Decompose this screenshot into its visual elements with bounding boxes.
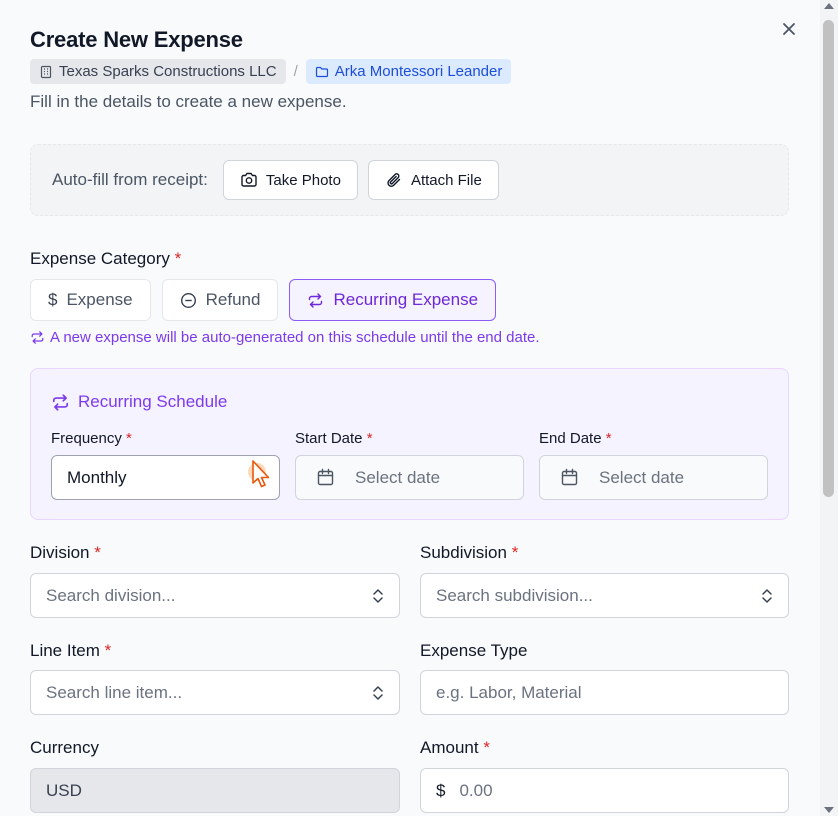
division-placeholder: Search division...	[46, 585, 176, 605]
paperclip-icon	[387, 173, 401, 187]
category-recurring-label: Recurring Expense	[333, 290, 479, 309]
folder-icon	[315, 66, 328, 77]
frequency-label: Frequency *	[51, 430, 132, 447]
required-marker: *	[483, 738, 490, 757]
create-expense-dialog: Create New Expense Texas Sparks Construc…	[0, 0, 820, 816]
subdivision-label-text: Subdivision	[420, 543, 507, 562]
repeat-icon	[52, 393, 69, 411]
category-refund-label: Refund	[205, 290, 261, 309]
line-item-label: Line Item *	[30, 641, 111, 661]
breadcrumb-company[interactable]: Texas Sparks Constructions LLC	[30, 59, 286, 84]
repeat-icon	[309, 292, 323, 308]
repeat-icon	[31, 331, 44, 344]
division-label: Division *	[30, 543, 101, 563]
end-date-label-text: End Date	[539, 430, 602, 447]
end-date-placeholder: Select date	[599, 467, 685, 487]
division-label-text: Division	[30, 543, 90, 562]
camera-icon	[241, 172, 257, 187]
recurring-note: A new expense will be auto-generated on …	[30, 329, 540, 346]
expense-type-input[interactable]: e.g. Labor, Material	[420, 670, 789, 715]
expense-category-label-text: Expense Category	[30, 249, 170, 268]
currency-prefix: $	[436, 780, 446, 800]
currency-label: Currency	[30, 738, 99, 758]
start-date-picker[interactable]: Select date	[295, 455, 524, 500]
dialog-title: Create New Expense	[30, 27, 243, 52]
subdivision-select[interactable]: Search subdivision...	[420, 573, 789, 618]
currency-value: USD	[46, 780, 82, 800]
breadcrumb-company-label: Texas Sparks Constructions LLC	[59, 63, 277, 80]
required-marker: *	[511, 543, 519, 562]
take-photo-label: Take Photo	[265, 171, 341, 189]
required-marker: *	[126, 430, 132, 447]
required-marker: *	[605, 430, 612, 447]
autofill-panel: Auto-fill from receipt: Take Photo Attac…	[30, 144, 789, 216]
amount-input[interactable]: $ 0.00	[420, 768, 789, 813]
division-select[interactable]: Search division...	[30, 573, 400, 618]
chevrons-up-down-icon	[373, 686, 383, 700]
scrollbar[interactable]	[820, 0, 838, 816]
building-icon	[40, 65, 52, 78]
required-marker: *	[366, 430, 373, 447]
line-item-placeholder: Search line item...	[46, 682, 183, 702]
start-date-label-text: Start Date	[295, 430, 363, 447]
required-marker: *	[104, 641, 112, 660]
expense-category-group: $ Expense Refund Recurring Expense	[30, 279, 497, 321]
close-icon	[783, 23, 795, 35]
breadcrumb-separator: /	[293, 63, 298, 80]
dialog-subtitle: Fill in the details to create a new expe…	[30, 92, 347, 111]
attach-file-button[interactable]: Attach File	[367, 160, 499, 200]
calendar-icon	[317, 468, 334, 486]
end-date-picker[interactable]: Select date	[539, 455, 768, 500]
frequency-value: Monthly	[67, 467, 127, 487]
scroll-up-arrow-icon[interactable]	[824, 3, 834, 9]
chevrons-up-down-icon	[762, 589, 772, 603]
frequency-select[interactable]: Monthly	[51, 455, 280, 500]
start-date-placeholder: Select date	[355, 467, 441, 487]
attach-file-label: Attach File	[410, 171, 482, 189]
subdivision-placeholder: Search subdivision...	[436, 585, 593, 605]
expense-type-label-text: Expense Type	[420, 641, 528, 660]
scroll-thumb[interactable]	[823, 20, 834, 497]
minus-circle-icon	[180, 292, 196, 308]
amount-placeholder: 0.00	[459, 780, 493, 800]
category-expense-label: Expense	[66, 290, 133, 309]
expense-type-placeholder: e.g. Labor, Material	[436, 682, 582, 702]
expense-type-label: Expense Type	[420, 641, 527, 661]
autofill-label: Auto-fill from receipt:	[52, 170, 208, 189]
currency-label-text: Currency	[30, 738, 99, 757]
recurring-schedule-title: Recurring Schedule	[51, 392, 227, 412]
start-date-label: Start Date *	[295, 430, 373, 447]
recurring-schedule-title-text: Recurring Schedule	[78, 392, 228, 411]
calendar-icon	[561, 468, 578, 486]
currency-field: USD	[30, 768, 400, 813]
recurring-note-text: A new expense will be auto-generated on …	[50, 329, 540, 346]
line-item-label-text: Line Item	[30, 641, 100, 660]
category-expense-button[interactable]: $ Expense	[30, 279, 151, 321]
chevrons-up-down-icon	[373, 589, 383, 603]
required-marker: *	[174, 249, 182, 268]
end-date-label: End Date *	[539, 430, 612, 447]
subdivision-label: Subdivision *	[420, 543, 518, 563]
recurring-schedule-panel: Recurring Schedule Frequency * Start Dat…	[30, 368, 789, 520]
take-photo-button[interactable]: Take Photo	[222, 160, 358, 200]
category-refund-button[interactable]: Refund	[161, 279, 279, 321]
breadcrumb-project[interactable]: Arka Montessori Leander	[305, 59, 512, 84]
category-recurring-button[interactable]: Recurring Expense	[289, 279, 497, 321]
close-button[interactable]	[778, 18, 800, 40]
line-item-select[interactable]: Search line item...	[30, 670, 400, 715]
dollar-icon: $	[48, 290, 58, 309]
expense-category-label: Expense Category *	[30, 249, 181, 269]
amount-label-text: Amount	[420, 738, 479, 757]
amount-label: Amount *	[420, 738, 490, 758]
required-marker: *	[94, 543, 101, 562]
breadcrumb-project-label: Arka Montessori Leander	[334, 63, 503, 80]
breadcrumb: Texas Sparks Constructions LLC / Arka Mo…	[30, 59, 512, 84]
frequency-label-text: Frequency	[51, 430, 122, 447]
scroll-down-arrow-icon[interactable]	[824, 807, 834, 813]
